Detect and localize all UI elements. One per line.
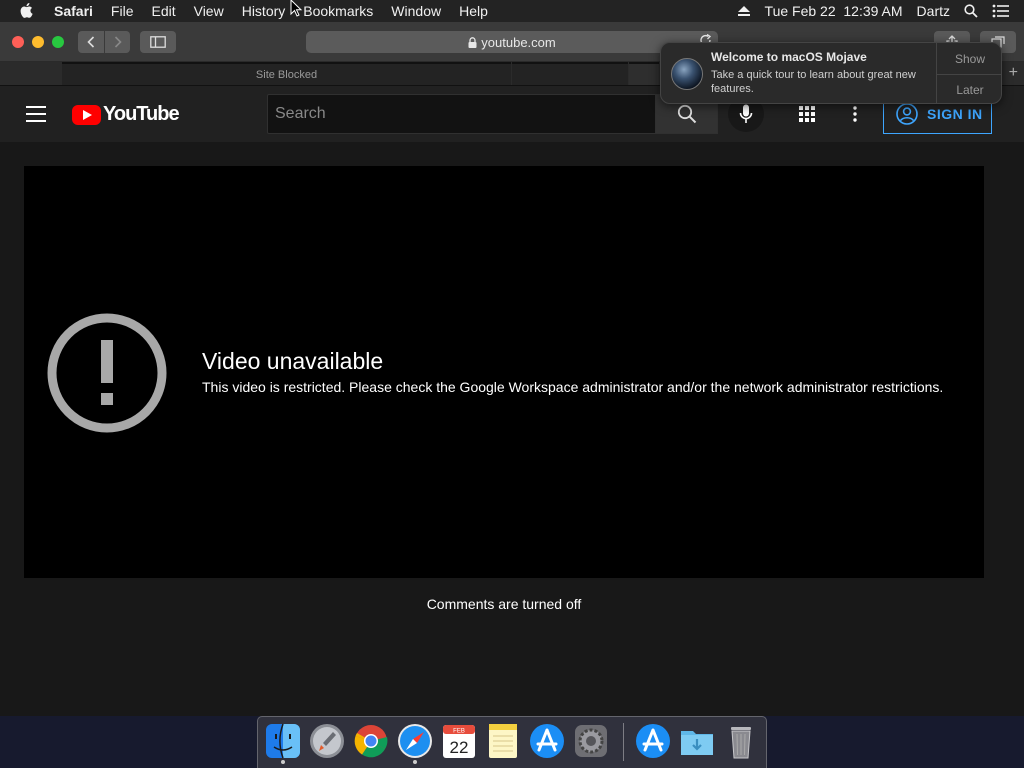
- notes-icon[interactable]: [484, 721, 522, 761]
- notification-center-icon[interactable]: [992, 4, 1010, 18]
- sign-in-label: SIGN IN: [927, 106, 983, 122]
- notification-body: Take a quick tour to learn about great n…: [711, 69, 916, 95]
- safari-window: youtube.com Site Blocked + YouTube Searc…: [0, 22, 1024, 716]
- system-preferences-icon[interactable]: [572, 721, 610, 761]
- notification-show-button[interactable]: Show: [937, 43, 1001, 74]
- apple-icon[interactable]: [20, 3, 38, 19]
- back-button[interactable]: [78, 31, 104, 53]
- menu-file[interactable]: File: [111, 3, 134, 19]
- window-close-button[interactable]: [12, 36, 24, 48]
- video-restricted-message: This video is restricted. Please check t…: [202, 379, 944, 395]
- downloads-folder-icon[interactable]: [678, 721, 716, 761]
- address-bar[interactable]: youtube.com: [306, 31, 718, 53]
- menu-help[interactable]: Help: [459, 3, 488, 19]
- mouse-cursor-icon: [290, 0, 303, 17]
- launchpad-icon[interactable]: [308, 721, 346, 761]
- forward-button[interactable]: [105, 31, 130, 53]
- more-vertical-icon: [853, 106, 857, 122]
- calendar-icon[interactable]: FEB 22: [440, 721, 478, 761]
- window-zoom-button[interactable]: [52, 36, 64, 48]
- calendar-day: 22: [450, 738, 469, 757]
- tab-2[interactable]: [512, 62, 628, 85]
- guide-menu-icon[interactable]: [26, 106, 46, 122]
- chevron-left-icon: [87, 36, 95, 48]
- notification-later-button[interactable]: Later: [937, 74, 1001, 103]
- microphone-icon: [739, 104, 753, 123]
- lock-icon: [468, 36, 477, 48]
- eject-icon[interactable]: [737, 5, 751, 17]
- account-icon: [896, 103, 918, 125]
- spotlight-search-icon[interactable]: [964, 4, 978, 18]
- menu-bookmarks[interactable]: Bookmarks: [303, 3, 373, 19]
- calendar-month: FEB: [453, 729, 465, 735]
- alert-circle-icon: [47, 313, 167, 433]
- youtube-play-icon: [72, 104, 101, 125]
- menubar-clock[interactable]: Tue Feb 22 12:39 AM: [765, 3, 903, 19]
- safari-icon[interactable]: [396, 721, 434, 764]
- video-unavailable-title: Video unavailable: [202, 348, 384, 374]
- menu-history[interactable]: History: [242, 3, 286, 19]
- app-store-icon[interactable]: [634, 721, 672, 761]
- new-tab-icon[interactable]: +: [1009, 64, 1018, 82]
- menu-app-safari[interactable]: Safari: [54, 3, 93, 19]
- menu-window[interactable]: Window: [391, 3, 441, 19]
- youtube-page: YouTube Search SIGN IN Video unavailable…: [0, 86, 1024, 716]
- menu-bar: Safari File Edit View History Bookmarks …: [0, 0, 1024, 22]
- apps-grid-icon: [799, 106, 815, 122]
- app-store-icon[interactable]: [528, 721, 566, 761]
- search-input[interactable]: Search: [267, 94, 656, 134]
- finder-icon[interactable]: [264, 721, 302, 764]
- notification-title: Welcome to macOS Mojave: [711, 50, 867, 64]
- trash-icon[interactable]: [722, 721, 760, 761]
- mojave-welcome-notification[interactable]: Welcome to macOS Mojave Take a quick tou…: [660, 42, 1002, 104]
- tab-3[interactable]: [629, 62, 659, 85]
- chevron-right-icon: [114, 36, 122, 48]
- menubar-user[interactable]: Dartz: [917, 3, 950, 19]
- sidebar-toggle-button[interactable]: [140, 31, 176, 53]
- comments-disabled-notice: Comments are turned off: [426, 596, 582, 612]
- search-icon: [677, 104, 696, 124]
- youtube-logo-text: YouTube: [103, 103, 180, 125]
- dock-separator: [623, 723, 624, 761]
- address-url: youtube.com: [481, 34, 556, 50]
- dock: FEB 22: [257, 716, 767, 768]
- notification-actions: Show Later: [936, 43, 1001, 103]
- window-minimize-button[interactable]: [32, 36, 44, 48]
- menu-edit[interactable]: Edit: [151, 3, 175, 19]
- video-player[interactable]: Video unavailable This video is restrict…: [24, 166, 984, 578]
- menu-view[interactable]: View: [194, 3, 224, 19]
- tab-title: Site Blocked: [255, 68, 318, 81]
- settings-more-button[interactable]: [843, 102, 867, 126]
- apps-grid-button[interactable]: [795, 102, 819, 126]
- chrome-icon[interactable]: [352, 721, 390, 761]
- youtube-logo[interactable]: YouTube: [72, 103, 180, 126]
- sidebar-icon: [150, 36, 166, 48]
- macos-mojave-icon: [671, 58, 703, 90]
- tab-site-blocked[interactable]: Site Blocked: [62, 62, 511, 85]
